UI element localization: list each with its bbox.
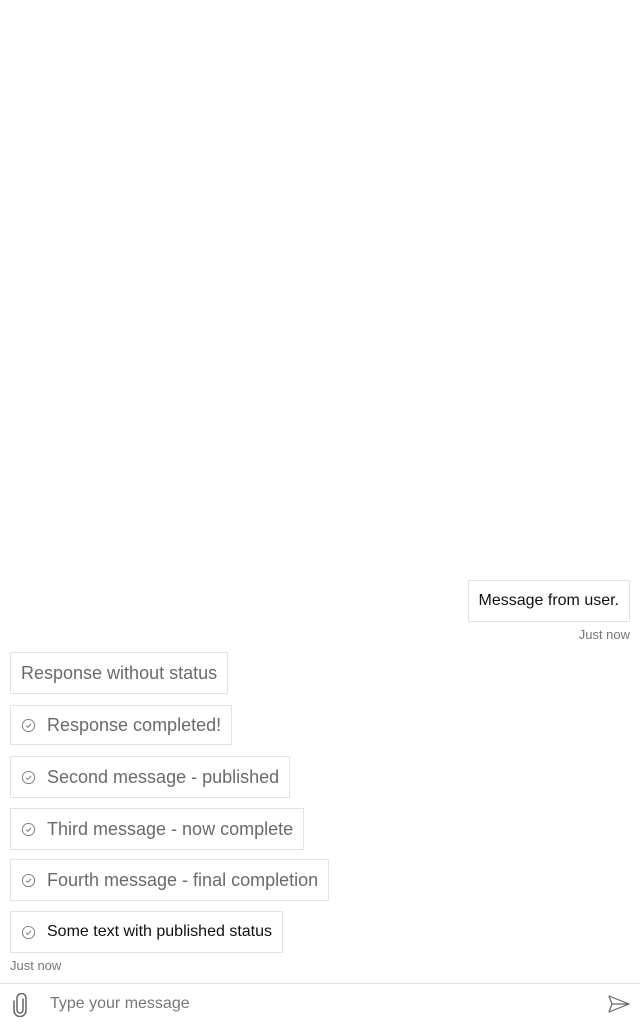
check-circle-icon bbox=[21, 822, 36, 836]
check-circle-icon bbox=[21, 873, 36, 887]
message-list: Message from user. Just now Response wit… bbox=[0, 0, 640, 983]
bot-message-bubble: Response completed! bbox=[10, 705, 233, 745]
send-icon[interactable] bbox=[608, 995, 630, 1013]
message-input[interactable] bbox=[40, 988, 610, 1020]
bot-message-bubble: Fourth message - final completion bbox=[10, 859, 330, 901]
user-message-bubble: Message from user. bbox=[467, 580, 630, 622]
bot-message-text: Fourth message - final completion bbox=[47, 869, 319, 890]
message-composer bbox=[0, 983, 640, 1024]
user-message-text: Message from user. bbox=[478, 592, 620, 609]
user-message-timestamp: Just now bbox=[578, 627, 630, 642]
check-circle-icon bbox=[21, 718, 36, 732]
bot-message-text: Response without status bbox=[21, 662, 218, 683]
bot-message-text: Third message - now complete bbox=[47, 818, 294, 839]
bot-message-bubble: Third message - now complete bbox=[10, 808, 305, 850]
bot-message-bubble: Some text with published status bbox=[10, 911, 284, 953]
paperclip-icon[interactable] bbox=[11, 993, 29, 1017]
bot-message-bubble: Second message - published bbox=[10, 756, 291, 798]
bot-message-text: Some text with published status bbox=[47, 923, 273, 940]
bot-message-text: Second message - published bbox=[47, 766, 280, 787]
bot-message-bubble: Response without status bbox=[10, 652, 229, 694]
bot-message-timestamp: Just now bbox=[10, 958, 62, 973]
check-circle-icon bbox=[21, 925, 36, 939]
chat-app: Message from user. Just now Response wit… bbox=[0, 0, 640, 1024]
bot-message-text: Response completed! bbox=[47, 714, 222, 735]
check-circle-icon bbox=[21, 770, 36, 784]
